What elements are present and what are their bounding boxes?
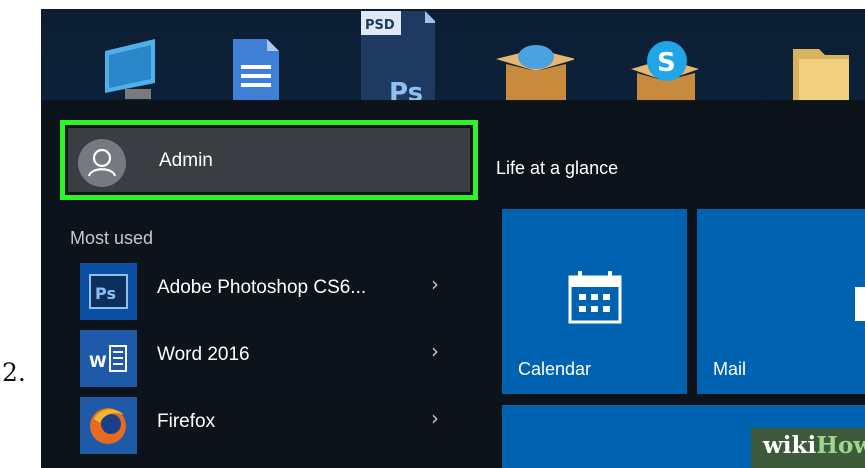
- tile-group-title: Life at a glance: [496, 158, 619, 178]
- svg-text:Ps: Ps: [95, 284, 116, 303]
- calendar-tile-label: Calendar: [518, 359, 592, 379]
- psd-ps-text: Ps: [389, 78, 423, 101]
- step-number: 2.: [2, 358, 26, 387]
- app-item-photoshop[interactable]: Ps Adobe Photoshop CS6... ›: [41, 260, 481, 322]
- app-item-word[interactable]: W Word 2016 ›: [41, 327, 481, 389]
- psd-badge-text: PSD: [365, 18, 395, 33]
- photoshop-icon: Ps: [80, 263, 137, 320]
- user-name: Admin: [159, 150, 213, 171]
- screenshot: PSD Ps S Admin Most used Ps Adobe Photos…: [41, 9, 865, 468]
- folder-icon[interactable]: [789, 9, 865, 101]
- app-label: Adobe Photoshop CS6...: [157, 277, 367, 298]
- svg-text:W: W: [89, 352, 107, 371]
- psd-file-icon[interactable]: PSD Ps: [357, 9, 437, 108]
- chevron-right-icon[interactable]: ›: [431, 272, 439, 296]
- chevron-right-icon[interactable]: ›: [431, 406, 439, 430]
- user-account-row: Admin: [68, 128, 470, 192]
- mail-tile-label: Mail: [713, 359, 747, 379]
- app-label: Firefox: [157, 411, 216, 432]
- firefox-icon: [80, 397, 137, 454]
- wikihow-watermark: wikiHow: [751, 428, 865, 468]
- skype-package-icon[interactable]: S: [625, 9, 703, 101]
- chevron-right-icon[interactable]: ›: [431, 339, 439, 363]
- svg-text:S: S: [657, 48, 676, 78]
- document-icon[interactable]: [227, 9, 305, 101]
- computer-icon[interactable]: [97, 9, 175, 101]
- mail-tile[interactable]: Mail: [697, 209, 865, 394]
- calendar-tile[interactable]: Calendar: [502, 209, 687, 394]
- user-account-button[interactable]: Admin: [60, 120, 478, 200]
- app-label: Word 2016: [157, 344, 250, 365]
- start-menu: Admin Most used Ps Adobe Photoshop CS6..…: [41, 100, 865, 468]
- user-avatar-icon: [78, 139, 126, 187]
- start-menu-left-column: Admin Most used Ps Adobe Photoshop CS6..…: [41, 100, 481, 468]
- package-icon[interactable]: [496, 9, 576, 101]
- most-used-heading: Most used: [70, 228, 154, 248]
- app-item-firefox[interactable]: Firefox ›: [41, 394, 481, 456]
- word-icon: W: [80, 330, 137, 387]
